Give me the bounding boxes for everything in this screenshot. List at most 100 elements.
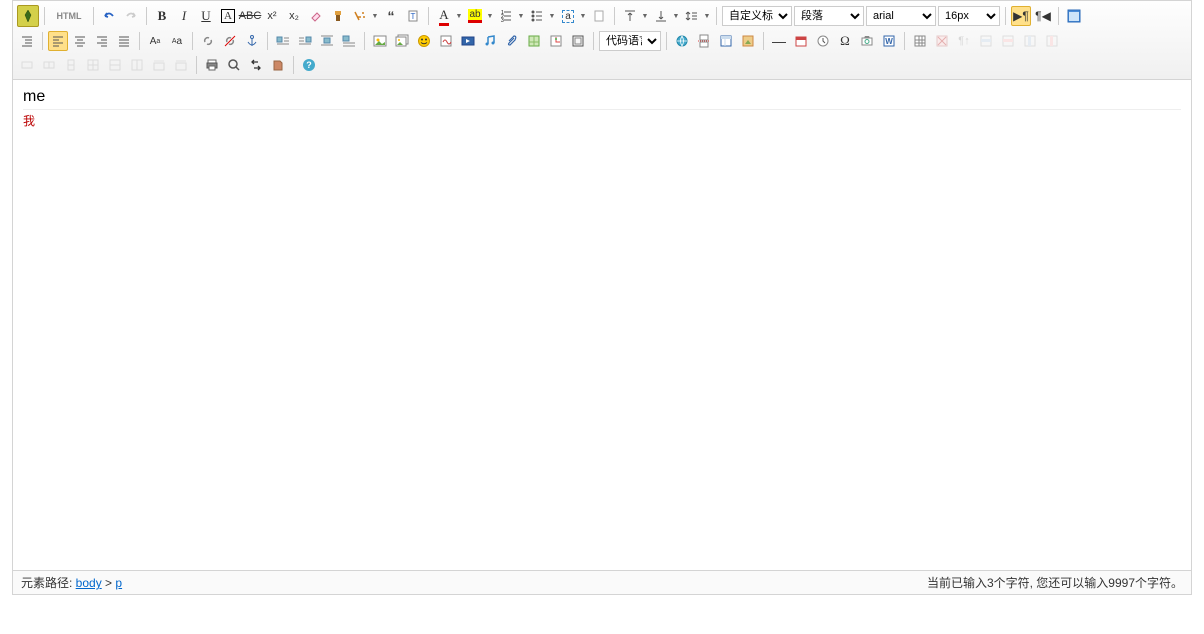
pasteplain-icon[interactable]: T bbox=[403, 6, 423, 26]
template-icon[interactable] bbox=[716, 31, 736, 51]
justify-right-icon[interactable] bbox=[92, 31, 112, 51]
rowspacing-bottom-icon[interactable] bbox=[651, 6, 671, 26]
image-center-icon[interactable] bbox=[317, 31, 337, 51]
strikethrough-icon[interactable]: ABC bbox=[240, 6, 260, 26]
code-lang-select[interactable]: 代码语言 bbox=[599, 31, 661, 51]
preview-icon[interactable] bbox=[224, 55, 244, 75]
ordered-list-dropdown-icon[interactable]: ▼ bbox=[517, 6, 525, 26]
help-icon[interactable]: ? bbox=[299, 55, 319, 75]
path-p-link[interactable]: p bbox=[115, 576, 122, 590]
format-brush-icon[interactable] bbox=[328, 6, 348, 26]
custom-heading-select[interactable]: 自定义标题 bbox=[722, 6, 792, 26]
date-icon[interactable] bbox=[791, 31, 811, 51]
unordered-list-dropdown-icon[interactable]: ▼ bbox=[548, 6, 556, 26]
underline-icon[interactable]: U bbox=[196, 6, 216, 26]
insert-image-icon[interactable] bbox=[370, 31, 390, 51]
split-col-icon[interactable] bbox=[127, 55, 147, 75]
image-left-icon[interactable] bbox=[273, 31, 293, 51]
rowspacing-top-icon[interactable] bbox=[620, 6, 640, 26]
source-button[interactable]: HTML bbox=[50, 6, 88, 26]
insert-row-icon[interactable] bbox=[976, 31, 996, 51]
cleardoc-icon[interactable] bbox=[589, 6, 609, 26]
rowspacing-bottom-dropdown-icon[interactable]: ▼ bbox=[672, 6, 680, 26]
emoticon-icon[interactable] bbox=[414, 31, 434, 51]
wordimage-icon[interactable]: W bbox=[879, 31, 899, 51]
delete-table-icon[interactable] bbox=[932, 31, 952, 51]
split-row-icon[interactable] bbox=[105, 55, 125, 75]
insert-table-icon[interactable] bbox=[910, 31, 930, 51]
bold-icon[interactable]: B bbox=[152, 6, 172, 26]
scrawl-icon[interactable] bbox=[436, 31, 456, 51]
unordered-list-icon[interactable] bbox=[527, 6, 547, 26]
drafts-icon[interactable] bbox=[268, 55, 288, 75]
print-icon[interactable] bbox=[202, 55, 222, 75]
insert-title-icon[interactable] bbox=[171, 55, 191, 75]
music-icon[interactable] bbox=[480, 31, 500, 51]
horizontal-rule-icon[interactable]: — bbox=[769, 31, 789, 51]
italic-icon[interactable]: I bbox=[174, 6, 194, 26]
merge-down-icon[interactable] bbox=[61, 55, 81, 75]
split-cells-icon[interactable] bbox=[83, 55, 103, 75]
insert-video-icon[interactable] bbox=[458, 31, 478, 51]
background-icon[interactable] bbox=[738, 31, 758, 51]
merge-cells-icon[interactable] bbox=[17, 55, 37, 75]
delete-caption-icon[interactable] bbox=[149, 55, 169, 75]
delete-row-icon[interactable] bbox=[998, 31, 1018, 51]
editor-toolbar: HTML B I U A ABC x² x₂ ▼ “ T A ▼ ab ▼ 12… bbox=[13, 1, 1191, 80]
undo-icon[interactable] bbox=[99, 6, 119, 26]
indent-icon[interactable] bbox=[17, 31, 37, 51]
backcolor-dropdown-icon[interactable]: ▼ bbox=[486, 6, 494, 26]
tolowercase-icon[interactable]: Aa bbox=[167, 31, 187, 51]
insert-frame-icon[interactable] bbox=[568, 31, 588, 51]
link-icon[interactable] bbox=[198, 31, 218, 51]
subscript-icon[interactable]: x₂ bbox=[284, 6, 304, 26]
justify-center-icon[interactable] bbox=[70, 31, 90, 51]
fullscreen-icon[interactable] bbox=[1064, 6, 1084, 26]
attachment-icon[interactable] bbox=[502, 31, 522, 51]
direction-rtl-icon[interactable]: ¶◀ bbox=[1033, 6, 1053, 26]
special-char-icon[interactable]: Ω bbox=[835, 31, 855, 51]
unlink-icon[interactable] bbox=[220, 31, 240, 51]
justify-left-icon[interactable] bbox=[48, 31, 68, 51]
forecolor-icon[interactable]: A bbox=[434, 6, 454, 26]
eraser-icon[interactable] bbox=[306, 6, 326, 26]
webapp-icon[interactable] bbox=[672, 31, 692, 51]
justify-full-icon[interactable] bbox=[114, 31, 134, 51]
font-size-select[interactable]: 16px bbox=[938, 6, 1000, 26]
backcolor-icon[interactable]: ab bbox=[465, 6, 485, 26]
superscript-icon[interactable]: x² bbox=[262, 6, 282, 26]
map-icon[interactable] bbox=[524, 31, 544, 51]
path-body-link[interactable]: body bbox=[76, 576, 102, 590]
multi-image-icon[interactable] bbox=[392, 31, 412, 51]
image-right-icon[interactable] bbox=[295, 31, 315, 51]
search-replace-icon[interactable] bbox=[246, 55, 266, 75]
redo-icon[interactable] bbox=[121, 6, 141, 26]
touppercase-icon[interactable]: Aa bbox=[145, 31, 165, 51]
selectall-dropdown-icon[interactable]: ▼ bbox=[579, 6, 587, 26]
insert-paragraph-before-icon[interactable]: ¶↑ bbox=[954, 31, 974, 51]
insert-col-icon[interactable] bbox=[1020, 31, 1040, 51]
merge-right-icon[interactable] bbox=[39, 55, 59, 75]
selectall-icon[interactable]: a bbox=[558, 6, 578, 26]
ordered-list-icon[interactable]: 123 bbox=[496, 6, 516, 26]
blockquote-icon[interactable]: “ bbox=[381, 6, 401, 26]
rowspacing-top-dropdown-icon[interactable]: ▼ bbox=[641, 6, 649, 26]
font-family-select[interactable]: arial bbox=[866, 6, 936, 26]
font-border-icon[interactable]: A bbox=[218, 6, 238, 26]
image-none-icon[interactable] bbox=[339, 31, 359, 51]
forecolor-dropdown-icon[interactable]: ▼ bbox=[455, 6, 463, 26]
editor-logo-icon[interactable] bbox=[17, 5, 39, 27]
anchor-icon[interactable] bbox=[242, 31, 262, 51]
lineheight-icon[interactable] bbox=[682, 6, 702, 26]
delete-col-icon[interactable] bbox=[1042, 31, 1062, 51]
direction-ltr-icon[interactable]: ▶¶ bbox=[1011, 6, 1031, 26]
pagebreak-icon[interactable] bbox=[694, 31, 714, 51]
lineheight-dropdown-icon[interactable]: ▼ bbox=[703, 6, 711, 26]
gmap-icon[interactable] bbox=[546, 31, 566, 51]
paragraph-select[interactable]: 段落 bbox=[794, 6, 864, 26]
time-icon[interactable] bbox=[813, 31, 833, 51]
autotypeset-icon[interactable] bbox=[350, 6, 370, 26]
snapscreen-icon[interactable] bbox=[857, 31, 877, 51]
autotypeset-dropdown-icon[interactable]: ▼ bbox=[371, 6, 379, 26]
editor-content[interactable]: me 我 bbox=[13, 80, 1191, 570]
